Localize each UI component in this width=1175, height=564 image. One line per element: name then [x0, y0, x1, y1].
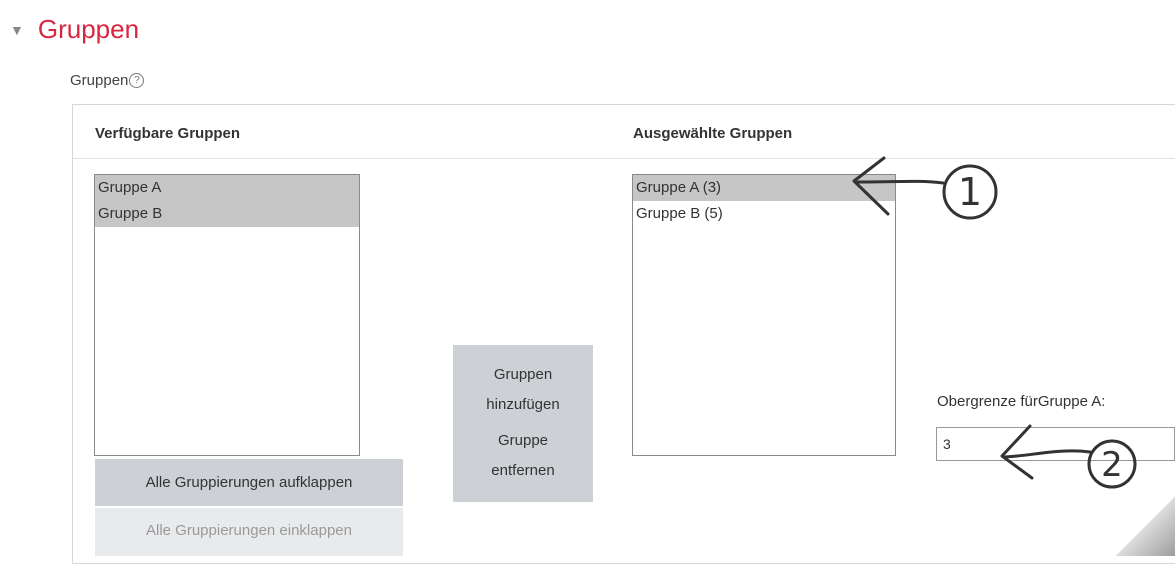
- annotation-arrow-2: 2: [1000, 424, 1137, 489]
- available-group-item[interactable]: Gruppe B: [95, 201, 359, 227]
- annotation-number-2: 2: [1101, 445, 1123, 485]
- expand-all-groupings-button[interactable]: Alle Gruppierungen aufklappen: [95, 459, 403, 506]
- page-curl: [1115, 496, 1175, 556]
- selected-groups-heading: Ausgewählte Gruppen: [633, 125, 793, 142]
- collapse-caret-icon[interactable]: ▼: [10, 22, 24, 38]
- section-title: Gruppen: [37, 14, 140, 44]
- remove-group-button[interactable]: Gruppe entfernen: [453, 426, 593, 486]
- collapse-all-groupings-button[interactable]: Alle Gruppierungen einklappen: [95, 508, 403, 556]
- remove-group-label-1: Gruppe: [497, 432, 549, 449]
- remove-group-label-2: entfernen: [491, 462, 555, 479]
- limit-label: Obergrenze fürGruppe A:: [937, 393, 1106, 410]
- available-groups-listbox[interactable]: Gruppe A Gruppe B: [94, 174, 360, 456]
- annotation-arrow-1: 1: [852, 156, 998, 220]
- add-groups-label-1: Gruppen: [493, 366, 553, 383]
- arrow-2-head: [1000, 424, 1034, 480]
- field-label: Gruppen ?: [70, 72, 145, 89]
- field-label-text: Gruppen: [70, 72, 129, 89]
- add-remove-buttons: Gruppen hinzufügen Gruppe entfernen: [453, 345, 593, 502]
- section-header[interactable]: ▼ Gruppen: [10, 14, 139, 45]
- help-icon[interactable]: ?: [129, 73, 145, 88]
- available-group-item[interactable]: Gruppe A: [95, 175, 359, 201]
- annotation-number-1: 1: [958, 170, 982, 214]
- add-groups-label-2: hinzufügen: [486, 396, 560, 413]
- available-groups-heading: Verfügbare Gruppen: [95, 125, 241, 142]
- arrow-2-shaft: [1002, 449, 1092, 459]
- add-groups-button[interactable]: Gruppen hinzufügen: [453, 360, 593, 420]
- arrow-1-shaft: [856, 179, 945, 185]
- arrow-1-head: [852, 156, 890, 216]
